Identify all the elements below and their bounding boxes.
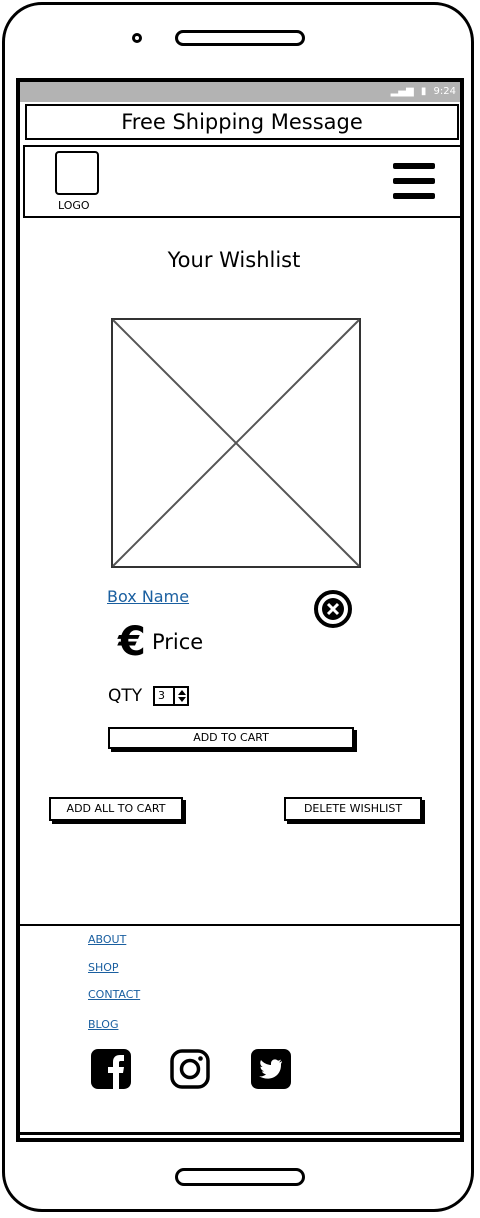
shipping-banner: Free Shipping Message — [25, 104, 459, 140]
speaker-slot — [175, 30, 305, 46]
product-image-placeholder — [111, 318, 361, 568]
home-button[interactable] — [175, 1168, 305, 1186]
footer-link-contact[interactable]: CONTACT — [88, 988, 140, 1001]
product-name-link[interactable]: Box Name — [107, 587, 189, 606]
logo-label: LOGO — [58, 199, 90, 212]
footer-link-blog[interactable]: BLOG — [88, 1018, 118, 1031]
screen — [16, 78, 464, 1142]
price-label: Price — [152, 630, 204, 654]
facebook-icon[interactable] — [91, 1047, 131, 1091]
add-all-to-cart-button[interactable]: ADD ALL TO CART — [49, 797, 183, 821]
add-to-cart-button[interactable]: ADD TO CART — [108, 727, 354, 749]
page-title: Your Wishlist — [167, 248, 301, 272]
footer-link-shop[interactable]: SHOP — [88, 961, 119, 974]
twitter-icon[interactable] — [251, 1047, 291, 1091]
status-time: 9:24 — [433, 86, 456, 97]
signal-icon: ▂▄▆ — [390, 86, 414, 97]
hamburger-menu-icon[interactable] — [393, 163, 435, 199]
logo[interactable] — [55, 151, 99, 195]
battery-icon: ▮ — [420, 86, 427, 97]
qty-label: QTY — [108, 686, 143, 706]
footer-divider — [20, 924, 460, 926]
euro-icon: € — [118, 619, 146, 665]
instagram-icon[interactable] — [170, 1047, 210, 1091]
status-bar: ▂▄▆ ▮ 9:24 — [20, 82, 460, 102]
screen-bottom-edge — [20, 1132, 460, 1135]
remove-item-icon[interactable] — [313, 589, 353, 629]
footer-link-about[interactable]: ABOUT — [88, 933, 126, 946]
stepper-arrows-icon[interactable] — [173, 688, 187, 704]
delete-wishlist-button[interactable]: DELETE WISHLIST — [284, 797, 422, 821]
camera-dot — [132, 33, 142, 43]
quantity-value: 3 — [158, 689, 165, 702]
